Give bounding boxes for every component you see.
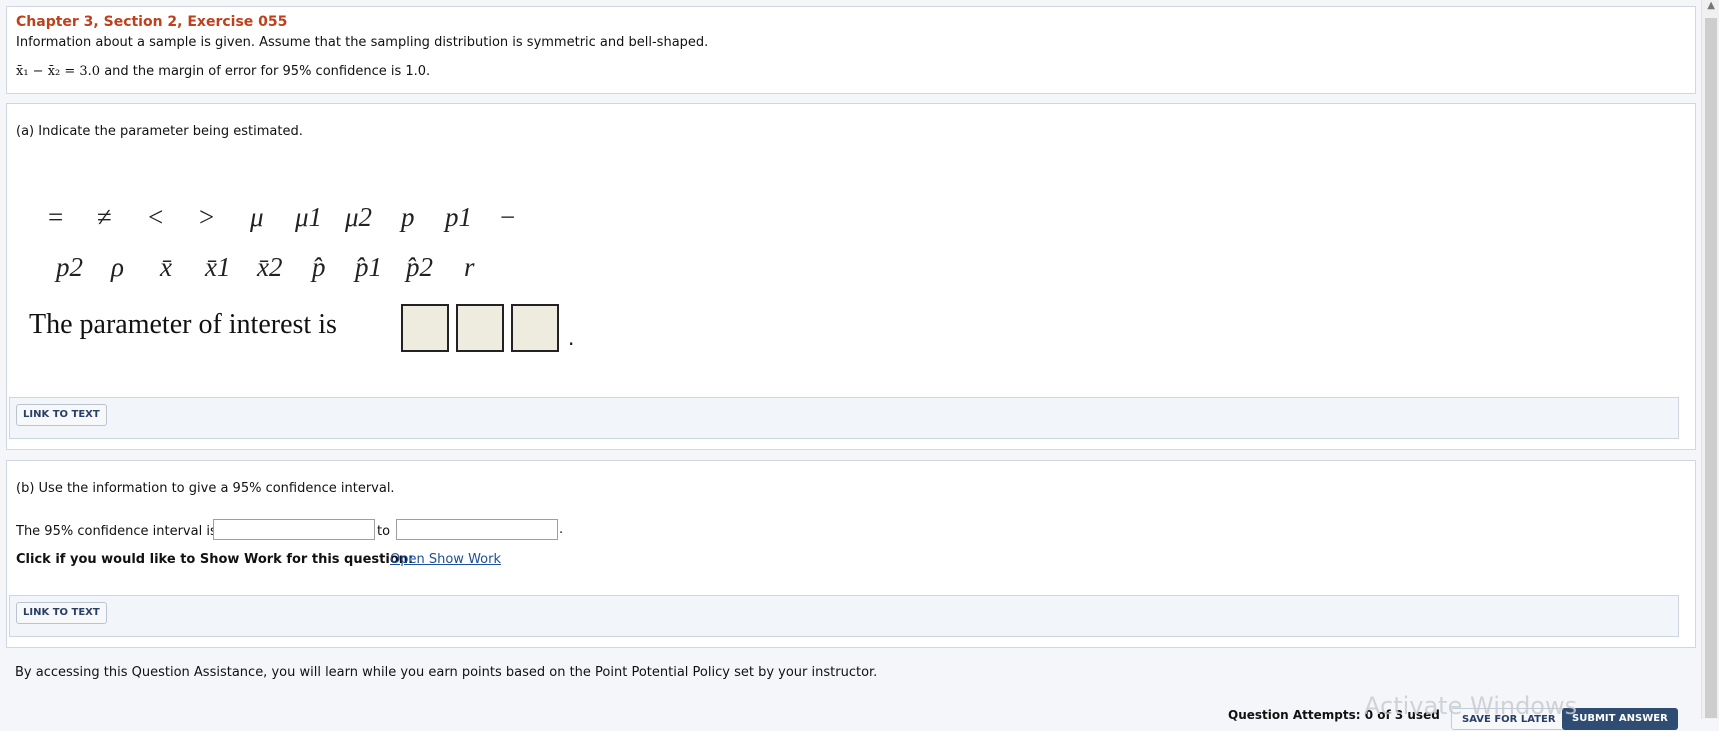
show-work-prompt: Click if you would like to Show Work for… [16,552,414,567]
link-to-text-button-a[interactable]: LINK TO TEXT [16,404,107,426]
p-hat-2-symbol[interactable]: p̂2 [406,252,433,282]
minus-symbol[interactable]: − [500,202,515,232]
rho-symbol[interactable]: ρ [111,252,124,282]
x-bar-symbol[interactable]: x̄ [160,252,172,282]
given-statement: x̄₁ − x̄₂ = 3.0 and the margin of error … [16,64,430,79]
interval-lower-input[interactable] [213,519,375,540]
part-a-link-bar: LINK TO TEXT [9,397,1679,439]
assistance-note: By accessing this Question Assistance, y… [15,665,878,680]
not-equals-symbol[interactable]: ≠ [97,202,112,232]
parameter-prompt: The parameter of interest is [29,309,337,340]
open-show-work-link[interactable]: Open Show Work [390,552,501,567]
part-b-question: (b) Use the information to give a 95% co… [16,481,395,496]
interval-period: . [559,522,564,537]
interval-prefix: The 95% confidence interval is [16,524,217,539]
exercise-title: Chapter 3, Section 2, Exercise 055 [16,14,288,30]
p-symbol[interactable]: p [401,202,415,232]
mu-symbol[interactable]: μ [250,202,264,232]
p2-symbol[interactable]: p2 [56,252,83,282]
vertical-scrollbar[interactable]: ▲ [1701,0,1719,719]
problem-description: Information about a sample is given. Ass… [16,35,709,50]
p-hat-symbol[interactable]: p̂ [312,252,326,282]
equals-symbol[interactable]: = [48,202,63,232]
given-text: and the margin of error for 95% confiden… [104,64,431,79]
link-to-text-button-b[interactable]: LINK TO TEXT [16,602,107,624]
answer-box-1[interactable] [401,304,449,352]
r-symbol[interactable]: r [464,252,475,282]
p-hat-1-symbol[interactable]: p̂1 [355,252,382,282]
x-bar-1-symbol[interactable]: x̄1 [205,252,230,282]
mu1-symbol[interactable]: μ1 [295,202,322,232]
activate-windows-watermark: Activate Windows [1364,692,1578,720]
mu2-symbol[interactable]: μ2 [345,202,372,232]
scrollbar-thumb[interactable] [1705,18,1717,718]
answer-box-2[interactable] [456,304,504,352]
part-a-question: (a) Indicate the parameter being estimat… [16,124,303,139]
p1-symbol[interactable]: p1 [445,202,472,232]
answer-box-3[interactable] [511,304,559,352]
part-b-link-bar: LINK TO TEXT [9,595,1679,637]
interval-to-label: to [377,524,391,539]
submit-answer-button[interactable]: SUBMIT ANSWER [1562,708,1678,730]
greater-than-symbol[interactable]: > [199,202,214,232]
given-expression: x̄₁ − x̄₂ = 3.0 [16,64,101,79]
prompt-period: . [568,326,575,350]
interval-upper-input[interactable] [396,519,558,540]
x-bar-2-symbol[interactable]: x̄2 [257,252,282,282]
less-than-symbol[interactable]: < [148,202,163,232]
scroll-up-arrow-icon[interactable]: ▲ [1707,0,1715,11]
